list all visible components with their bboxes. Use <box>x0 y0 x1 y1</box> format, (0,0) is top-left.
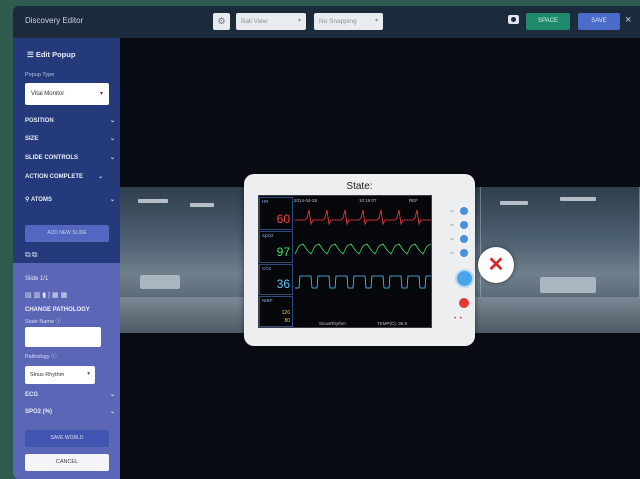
chevron-down-icon: ⌄ <box>109 392 115 398</box>
side-label: ▭ <box>450 250 454 255</box>
slide-toolbar: ▤▥▮|▦▦ <box>25 291 69 299</box>
accordion-position[interactable]: POSITION ⌄ <box>25 117 115 125</box>
chevron-down-icon: ▾ <box>87 371 90 377</box>
hospital-bed <box>140 275 180 289</box>
duplicate-icon[interactable]: ⧉ <box>25 250 32 259</box>
sidebar-title: Edit Popup <box>35 50 76 59</box>
accordion-action-complete[interactable]: ACTION COMPLETE ⌄ <box>25 173 103 181</box>
sidebar-header: ☰ Edit Popup <box>27 50 75 59</box>
top-toolbar: Discovery Editor ⚙ Ball View ▾ No Snappi… <box>13 6 640 38</box>
snapping-select[interactable]: No Snapping ▾ <box>314 13 383 30</box>
monitor-rhythm: SinusRhythm <box>319 321 346 326</box>
popup-type-value: Vital Monitor <box>31 91 65 97</box>
monitor-side-button[interactable] <box>460 221 468 229</box>
pathology-label: Pathology ⓘ <box>25 352 57 360</box>
close-window-icon[interactable]: × <box>625 14 631 26</box>
popup-type-select[interactable]: Vital Monitor ▾ <box>25 83 109 105</box>
close-popup-icon[interactable]: ✕ <box>478 247 514 283</box>
chevron-down-icon: ▾ <box>99 91 103 97</box>
popup-type-label: Popup Type <box>25 72 55 78</box>
page-icon[interactable]: ▥ <box>34 292 43 299</box>
accordion-label: POSITION <box>25 118 54 124</box>
chevron-down-icon: ▾ <box>297 18 301 24</box>
pathology-label-text: Pathology <box>25 354 50 360</box>
ceiling-light <box>190 203 214 207</box>
save-button[interactable]: SAVE <box>578 13 620 30</box>
spo2-waveform <box>294 243 432 255</box>
accordion-label: SPO2 (%) <box>25 409 53 415</box>
accordion-atoms[interactable]: ⚲ ATOMS ⌄ <box>25 196 115 204</box>
monitor-side-button[interactable] <box>460 207 468 215</box>
accordion-ecg[interactable]: ECG ⌄ <box>25 391 115 399</box>
atoms-icon: ⚲ <box>25 197 30 203</box>
editor-window: Discovery Editor ⚙ Ball View ▾ No Snappi… <box>13 6 640 479</box>
side-label: ▭ <box>450 208 454 213</box>
slide-label: Slide 1/1 <box>25 276 49 282</box>
state-name-label: State Name ⓘ <box>25 317 61 325</box>
monitor-side-button[interactable] <box>460 235 468 243</box>
state-name-label-text: State Name <box>25 319 55 325</box>
accordion-label: SLIDE CONTROLS <box>25 155 79 161</box>
pathology-select[interactable]: Sinus Rhythm ▾ <box>25 366 95 384</box>
accordion-slide-controls[interactable]: SLIDE CONTROLS ⌄ <box>25 154 115 162</box>
grid-icon[interactable]: ▦ <box>52 292 61 299</box>
monitor-knob-button[interactable] <box>455 269 474 288</box>
info-icon: ⓘ <box>55 319 62 325</box>
snapping-select-value: No Snapping <box>319 18 357 25</box>
side-label: ▭ <box>450 236 454 241</box>
accordion-spo2[interactable]: SPO2 (%) ⌄ <box>25 408 115 416</box>
monitor-temperature: TEMP(C): 36.9 <box>377 321 408 326</box>
waveforms <box>294 209 432 289</box>
state-name-input[interactable] <box>25 327 101 347</box>
chevron-down-icon: ⌄ <box>109 155 115 161</box>
change-pathology-title: CHANGE PATHOLOGY <box>25 307 90 313</box>
ceiling-light <box>500 201 528 205</box>
camera-icon[interactable] <box>508 15 519 24</box>
add-new-slide-button[interactable]: ADD NEW SLIDE <box>25 225 109 242</box>
info-icon: ⓘ <box>51 354 57 360</box>
monitor-alarm-button[interactable] <box>459 298 469 308</box>
accordion-label: ACTION COMPLETE <box>25 174 83 180</box>
chevron-down-icon: ⌄ <box>109 136 115 142</box>
copy-icon[interactable]: ⧉ <box>32 250 39 259</box>
pathology-select-value: Sinus Rhythm <box>30 372 65 378</box>
monitor-screen: 2014-04-28 10:16:07 REF HR 60 SpO2 97 CO… <box>258 195 432 328</box>
ceiling-light <box>138 199 168 203</box>
view-select-value: Ball View <box>241 18 268 25</box>
cancel-button[interactable]: CANCEL <box>25 454 109 471</box>
co2-waveform <box>295 275 431 289</box>
side-label: ▭ <box>450 222 454 227</box>
slide-icons: ⧉⧉ <box>25 250 38 260</box>
hr-waveform <box>295 209 431 226</box>
chevron-down-icon: ⌄ <box>109 197 115 203</box>
settings-icon[interactable]: ⚙ <box>213 13 230 30</box>
accordion-label: ECG <box>25 392 39 398</box>
accordion-label: ATOMS <box>30 197 52 203</box>
hospital-bed <box>540 277 596 293</box>
chevron-down-icon: ⌄ <box>109 409 115 415</box>
monitor-indicator-dots: • • <box>454 316 463 322</box>
page-icon[interactable]: ▤ <box>25 292 34 299</box>
monitor-side-button[interactable] <box>460 249 468 257</box>
space-button[interactable]: SPACE <box>526 13 570 30</box>
ceiling-light <box>560 197 596 201</box>
popup-state-title: State: <box>346 181 373 192</box>
accordion-label: SIZE <box>25 136 39 142</box>
accordion-size[interactable]: SIZE ⌄ <box>25 135 115 143</box>
chevron-down-icon: ▾ <box>374 18 378 24</box>
save-world-button[interactable]: SAVE WORLD <box>25 430 109 447</box>
app-title: Discovery Editor <box>25 16 84 25</box>
grid-icon[interactable]: ▦ <box>61 292 70 299</box>
vital-monitor-popup[interactable]: State: 2014-04-28 10:16:07 REF HR 60 SpO… <box>244 174 475 346</box>
view-select[interactable]: Ball View ▾ <box>236 13 306 30</box>
chevron-down-icon: ⌄ <box>97 174 103 180</box>
chevron-down-icon: ⌄ <box>109 118 115 124</box>
hamburger-icon: ☰ <box>27 50 34 59</box>
